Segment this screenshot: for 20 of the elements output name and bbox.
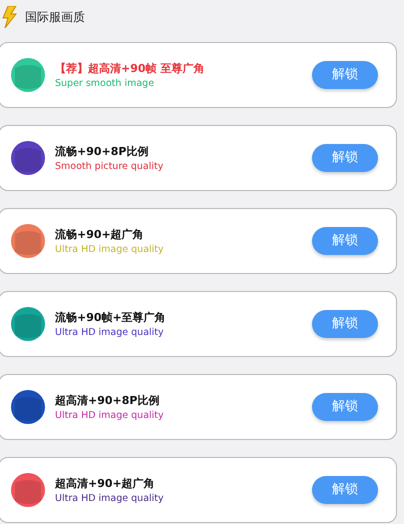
option-subtitle: Ultra HD image quality [55, 408, 165, 422]
option-subtitle: Super smooth image [55, 76, 156, 90]
section-title: 国际服画质 [25, 9, 85, 26]
option-title: 超高清+90+超广角 [55, 476, 156, 492]
option-subtitle: Smooth picture quality [55, 160, 164, 172]
unlock-button[interactable]: 解锁 [312, 227, 378, 255]
option-title: 【荐】超高清+90帧 至尊广角 [55, 60, 206, 76]
option-title: 流畅+90+8P比例 [55, 144, 150, 160]
unlock-button[interactable]: 解锁 [312, 476, 378, 504]
unlock-button[interactable]: 解锁 [312, 393, 378, 421]
unlock-button[interactable]: 解锁 [312, 61, 378, 89]
lightning-icon [2, 6, 17, 28]
unlock-button[interactable]: 解锁 [312, 144, 378, 172]
option-subtitle: Ultra HD image quality [55, 242, 165, 256]
option-subtitle: Ultra HD image quality [55, 492, 165, 504]
option-title: 流畅+90+超广角 [55, 226, 145, 242]
unlock-button[interactable]: 解锁 [312, 310, 378, 338]
option-subtitle: Ultra HD image quality [55, 326, 165, 338]
option-title: 流畅+90帧+至尊广角 [55, 310, 167, 326]
option-title: 超高清+90+8P比例 [55, 392, 160, 408]
